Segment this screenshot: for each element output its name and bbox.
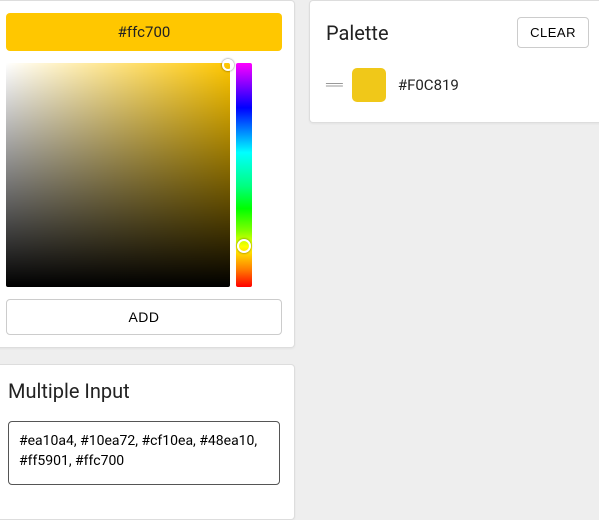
hue-bar[interactable] bbox=[236, 63, 252, 287]
palette-item-label: #F0C819 bbox=[398, 76, 459, 94]
palette-title: Palette bbox=[326, 21, 389, 45]
add-button[interactable]: ADD bbox=[6, 299, 282, 335]
saturation-value-panel[interactable] bbox=[6, 63, 230, 287]
current-hex-banner: #ffc700 bbox=[6, 13, 282, 51]
hue-cursor[interactable] bbox=[237, 239, 251, 253]
palette-card: Palette CLEAR ══ #F0C819 bbox=[309, 0, 599, 123]
multiple-input-card: Multiple Input bbox=[0, 364, 295, 520]
picker-area bbox=[6, 63, 282, 287]
color-swatch[interactable] bbox=[352, 68, 386, 102]
color-picker-card: #ffc700 ADD bbox=[0, 0, 295, 348]
drag-handle-icon[interactable]: ══ bbox=[326, 82, 340, 89]
clear-button[interactable]: CLEAR bbox=[517, 17, 589, 48]
multiple-input-textarea[interactable] bbox=[8, 421, 280, 485]
sv-cursor[interactable] bbox=[222, 59, 234, 71]
palette-header: Palette CLEAR bbox=[326, 17, 589, 48]
multiple-input-title: Multiple Input bbox=[8, 379, 280, 403]
palette-item: ══ #F0C819 bbox=[326, 68, 589, 102]
